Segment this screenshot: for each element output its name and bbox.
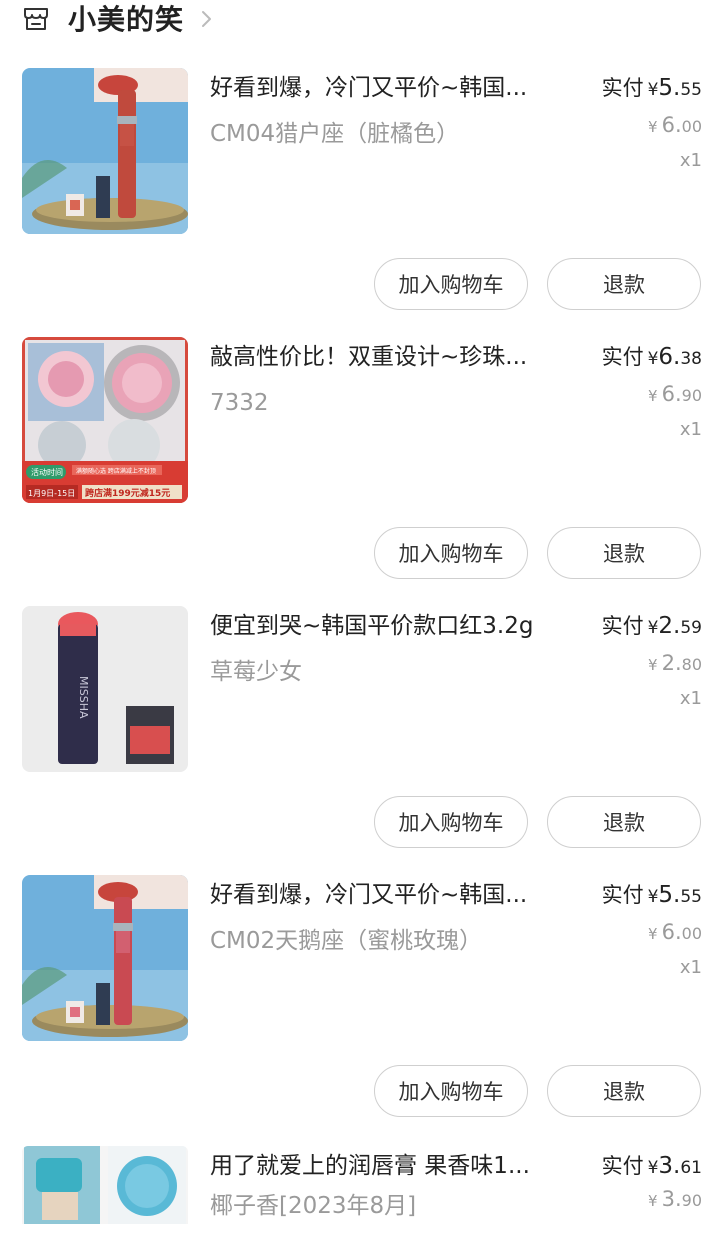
original-price: ¥6.00	[648, 917, 702, 949]
orig-int: 6.	[661, 113, 682, 137]
paid-label: 实付	[601, 614, 644, 638]
orig-currency: ¥	[648, 656, 658, 674]
product-thumbnail[interactable]: MISSHA	[22, 606, 188, 772]
add-to-cart-button[interactable]: 加入购物车	[374, 796, 528, 848]
store-name[interactable]: 小美的笑	[68, 2, 184, 38]
orig-int: 3.	[661, 1187, 682, 1211]
thumb-badge-text: 活动时间	[31, 467, 63, 477]
orig-int: 6.	[661, 382, 682, 406]
paid-price: 实付 ¥2.59	[602, 610, 702, 644]
order-item: 好看到爆，冷门又平价~韩国... CM04猎户座（脏橘色） 实付 ¥5.55 ¥6…	[0, 68, 720, 337]
original-price: ¥6.00	[648, 110, 702, 142]
paid-price: 实付 ¥6.38	[602, 341, 702, 375]
thumb-dates-text: 1月9日-15日	[28, 489, 75, 498]
thumb-promo-text: 跨店满199元减15元	[85, 487, 170, 499]
add-to-cart-button[interactable]: 加入购物车	[374, 258, 528, 310]
paid-dec: 61	[680, 1158, 702, 1178]
store-header[interactable]: 小美的笑	[0, 0, 720, 44]
add-to-cart-button[interactable]: 加入购物车	[374, 527, 528, 579]
orig-currency: ¥	[648, 387, 658, 405]
original-price: ¥6.90	[648, 379, 702, 411]
product-spec: 7332	[210, 390, 269, 416]
quantity: x1	[679, 957, 702, 978]
paid-price: 实付 ¥5.55	[602, 72, 702, 106]
add-to-cart-button[interactable]: 加入购物车	[374, 1065, 528, 1117]
order-item: 活动时间 满额随心选 跨店满减上不封顶 1月9日-15日 跨店满199元减15元…	[0, 337, 720, 606]
paid-label: 实付	[601, 1154, 644, 1178]
paid-label: 实付	[601, 76, 644, 100]
paid-dec: 55	[680, 80, 702, 100]
chevron-right-icon	[202, 11, 211, 27]
orig-dec: 90	[681, 386, 702, 405]
refund-button[interactable]: 退款	[547, 796, 701, 848]
paid-int: 5.	[658, 882, 681, 908]
order-item: 好看到爆，冷门又平价~韩国... CM02天鹅座（蜜桃玫瑰） 实付 ¥5.55 ¥…	[0, 875, 720, 1144]
product-thumbnail[interactable]	[22, 68, 188, 234]
product-spec: CM04猎户座（脏橘色）	[210, 121, 460, 147]
product-title[interactable]: 好看到爆，冷门又平价~韩国...	[210, 72, 570, 104]
product-spec: CM02天鹅座（蜜桃玫瑰）	[210, 928, 483, 954]
product-thumbnail[interactable]	[22, 1146, 188, 1224]
orig-dec: 00	[681, 924, 702, 943]
thumb-sub-text: 满额随心选 跨店满减上不封顶	[76, 467, 156, 475]
orig-currency: ¥	[648, 925, 658, 943]
paid-price: 实付 ¥5.55	[602, 879, 702, 913]
paid-currency: ¥	[647, 1158, 659, 1178]
thumb-brand-text: MISSHA	[77, 676, 90, 719]
orig-int: 2.	[661, 651, 682, 675]
paid-int: 5.	[658, 75, 681, 101]
paid-dec: 55	[680, 887, 702, 907]
paid-int: 2.	[658, 613, 681, 639]
paid-dec: 59	[680, 618, 702, 638]
product-title[interactable]: 敲高性价比！双重设计~珍珠...	[210, 341, 570, 373]
quantity: x1	[679, 688, 702, 709]
original-price: ¥3.90	[648, 1184, 702, 1216]
original-price: ¥2.80	[648, 648, 702, 680]
orig-currency: ¥	[648, 118, 658, 136]
paid-int: 6.	[658, 344, 681, 370]
orig-int: 6.	[661, 920, 682, 944]
paid-dec: 38	[680, 349, 702, 369]
product-spec: 椰子香[2023年8月]	[210, 1193, 417, 1219]
paid-label: 实付	[601, 345, 644, 369]
product-title[interactable]: 便宜到哭~韩国平价款口红3.2g	[210, 610, 570, 642]
paid-price: 实付 ¥3.61	[602, 1150, 702, 1184]
orig-currency: ¥	[648, 1192, 658, 1210]
orig-dec: 90	[681, 1191, 702, 1210]
refund-button[interactable]: 退款	[547, 258, 701, 310]
product-thumbnail[interactable]: 活动时间 满额随心选 跨店满减上不封顶 1月9日-15日 跨店满199元减15元	[22, 337, 188, 503]
paid-currency: ¥	[647, 618, 659, 638]
quantity: x1	[679, 419, 702, 440]
orig-dec: 80	[681, 655, 702, 674]
paid-currency: ¥	[647, 80, 659, 100]
paid-currency: ¥	[647, 887, 659, 907]
order-item: 用了就爱上的润唇膏 果香味1... 椰子香[2023年8月] 实付 ¥3.61 ¥…	[0, 1146, 720, 1234]
store-icon	[24, 8, 48, 30]
product-title[interactable]: 用了就爱上的润唇膏 果香味1...	[210, 1150, 570, 1182]
order-item: MISSHA 便宜到哭~韩国平价款口红3.2g 草莓少女 实付 ¥2.59 ¥2.…	[0, 606, 720, 875]
refund-button[interactable]: 退款	[547, 1065, 701, 1117]
quantity: x1	[679, 150, 702, 171]
refund-button[interactable]: 退款	[547, 527, 701, 579]
paid-int: 3.	[658, 1153, 681, 1179]
orig-dec: 00	[681, 117, 702, 136]
paid-currency: ¥	[647, 349, 659, 369]
paid-label: 实付	[601, 883, 644, 907]
product-thumbnail[interactable]	[22, 875, 188, 1041]
product-title[interactable]: 好看到爆，冷门又平价~韩国...	[210, 879, 570, 911]
product-spec: 草莓少女	[210, 659, 302, 685]
